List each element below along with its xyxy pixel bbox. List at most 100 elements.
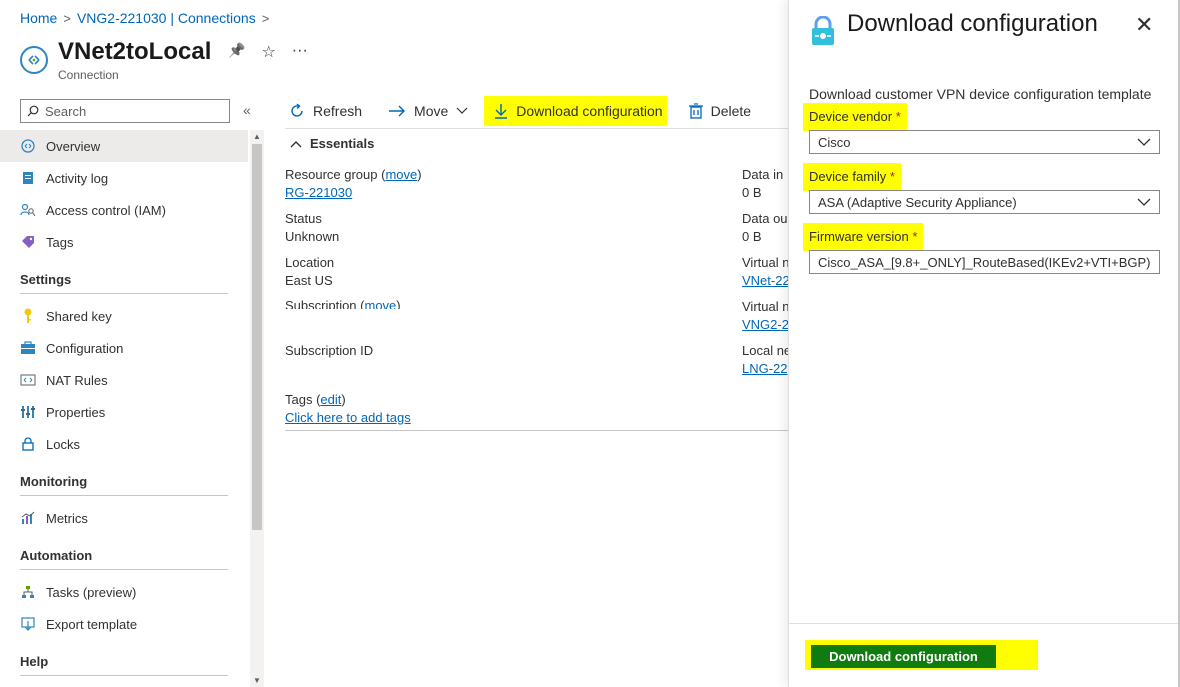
tag-icon (20, 234, 36, 250)
local-network-gateway-label: Local ne (742, 343, 788, 358)
firmware-version-label: Firmware version * (803, 223, 924, 251)
breadcrumb: Home > VNG2-221030 | Connections > (20, 10, 269, 26)
section-divider (20, 675, 228, 676)
sidebar-item-tasks[interactable]: Tasks (preview) (0, 576, 248, 608)
chevron-up-icon (290, 140, 302, 147)
virtual-network-gateway-link[interactable]: VNG2-2 (742, 317, 788, 332)
local-network-gateway-link[interactable]: LNG-22 (742, 361, 788, 376)
export-template-icon (20, 616, 36, 632)
breadcrumb-home[interactable]: Home (20, 10, 57, 26)
section-divider (20, 293, 228, 294)
chevron-down-icon (1137, 198, 1151, 206)
virtual-network-gateway-property: Virtual n VNG2-2 (742, 298, 788, 334)
sidebar-item-nat-rules[interactable]: NAT Rules (0, 364, 248, 396)
essentials-toggle[interactable]: Essentials (290, 136, 374, 151)
sidebar-item-metrics[interactable]: Metrics (0, 502, 248, 534)
sidebar-item-label: Access control (IAM) (46, 202, 166, 218)
download-icon (495, 104, 508, 119)
refresh-button[interactable]: Refresh (285, 96, 366, 126)
virtual-network-gateway-label: Virtual n (742, 299, 788, 314)
panel-title: Download configuration (847, 10, 1098, 37)
delete-button[interactable]: Delete (685, 96, 755, 126)
automation-heading: Automation (20, 548, 93, 563)
sidebar-item-label: Tasks (preview) (46, 584, 137, 600)
pin-icon[interactable]: 📌 (228, 42, 245, 62)
status-value: Unknown (285, 229, 340, 244)
activity-log-icon (20, 170, 36, 186)
collapse-sidebar-icon[interactable]: « (243, 102, 251, 118)
refresh-icon (291, 103, 303, 117)
sidebar-item-configuration[interactable]: Configuration (0, 332, 248, 364)
required-mark: * (912, 229, 918, 244)
search-input[interactable]: Search (20, 99, 230, 123)
resource-group-property: Resource group (move) RG-221030 (285, 167, 422, 200)
firmware-version-select[interactable]: Cisco_ASA_[9.8+_ONLY]_RouteBased(IKEv2+V… (809, 250, 1160, 274)
sidebar-item-label: Tags (46, 234, 74, 250)
key-icon (20, 308, 36, 324)
download-configuration-panel: Download configuration ✕ Download custom… (788, 0, 1180, 687)
favorite-star-icon[interactable]: ☆ (261, 42, 275, 62)
sidebar-item-label: Export template (46, 616, 138, 632)
breadcrumb-gateway[interactable]: VNG2-221030 | Connections (77, 10, 256, 26)
sidebar-item-label: Activity log (46, 170, 109, 186)
panel-footer-divider (789, 623, 1180, 624)
sidebar-item-shared-key[interactable]: Shared key (0, 300, 248, 332)
sidebar-item-tags[interactable]: Tags (0, 226, 248, 258)
scrollbar-thumb[interactable] (252, 144, 262, 530)
sidebar-item-overview[interactable]: Overview (0, 130, 248, 162)
data-out-label: Data ou (742, 211, 788, 226)
search-icon (27, 105, 39, 117)
data-out-value: 0 B (742, 229, 762, 244)
move-button[interactable]: Move (384, 96, 472, 126)
page-title: VNet2toLocal (58, 38, 212, 65)
search-placeholder: Search (45, 103, 87, 119)
scroll-up-icon[interactable]: ▲ (253, 132, 261, 141)
section-divider (20, 569, 228, 570)
location-value: East US (285, 273, 333, 288)
virtual-network-property: Virtual n VNet-22 (742, 254, 788, 290)
breadcrumb-separator: > (261, 10, 270, 26)
add-tags-link[interactable]: Click here to add tags (285, 410, 411, 425)
device-family-value: ASA (Adaptive Security Appliance) (818, 194, 1017, 210)
sidebar-item-activity-log[interactable]: Activity log (0, 162, 248, 194)
device-vendor-select[interactable]: Cisco (809, 130, 1160, 154)
subscription-move-link[interactable]: move (365, 298, 397, 309)
close-icon[interactable]: ✕ (1135, 12, 1153, 38)
panel-description: Download customer VPN device configurati… (809, 86, 1152, 102)
properties-icon (20, 404, 36, 420)
toolbar-divider (285, 128, 788, 129)
help-heading: Help (20, 654, 49, 669)
device-vendor-label-text: Device vendor (809, 109, 893, 124)
scroll-down-icon[interactable]: ▼ (253, 676, 261, 685)
firmware-version-value: Cisco_ASA_[9.8+_ONLY]_RouteBased(IKEv2+V… (818, 254, 1151, 270)
settings-heading: Settings (20, 272, 72, 287)
download-configuration-submit-button[interactable]: Download configuration (811, 645, 996, 668)
subscription-id-label: Subscription ID (285, 343, 374, 358)
virtual-network-label: Virtual n (742, 255, 788, 270)
sidebar-item-access-control[interactable]: Access control (IAM) (0, 194, 248, 226)
connection-icon (20, 46, 48, 74)
location-label: Location (285, 255, 335, 270)
sidebar-scrollbar[interactable]: ▲ ▼ (250, 130, 264, 687)
sidebar-item-properties[interactable]: Properties (0, 396, 248, 428)
virtual-network-link[interactable]: VNet-22 (742, 273, 788, 288)
sidebar: Overview Activity log Access control (IA… (0, 130, 248, 687)
sidebar-item-locks[interactable]: Locks (0, 428, 248, 460)
download-configuration-button[interactable]: Download configuration (484, 96, 667, 126)
section-divider (20, 495, 228, 496)
sidebar-item-export-template[interactable]: Export template (0, 608, 248, 640)
device-family-select[interactable]: ASA (Adaptive Security Appliance) (809, 190, 1160, 214)
lock-icon (20, 436, 36, 452)
sidebar-item-label: Shared key (46, 308, 112, 324)
more-options-icon[interactable]: ··· (292, 42, 308, 62)
required-mark: * (895, 109, 901, 124)
subscription-property: Subscription (move) (285, 297, 585, 309)
subscription-id-property: Subscription ID (285, 342, 373, 360)
device-family-label: Device family * (803, 163, 901, 191)
chevron-down-icon (456, 107, 468, 114)
configuration-icon (20, 340, 36, 356)
resource-group-link[interactable]: RG-221030 (285, 185, 352, 200)
move-link[interactable]: move (385, 167, 417, 182)
edit-tags-link[interactable]: edit (320, 392, 341, 407)
chevron-down-icon (1137, 138, 1151, 146)
